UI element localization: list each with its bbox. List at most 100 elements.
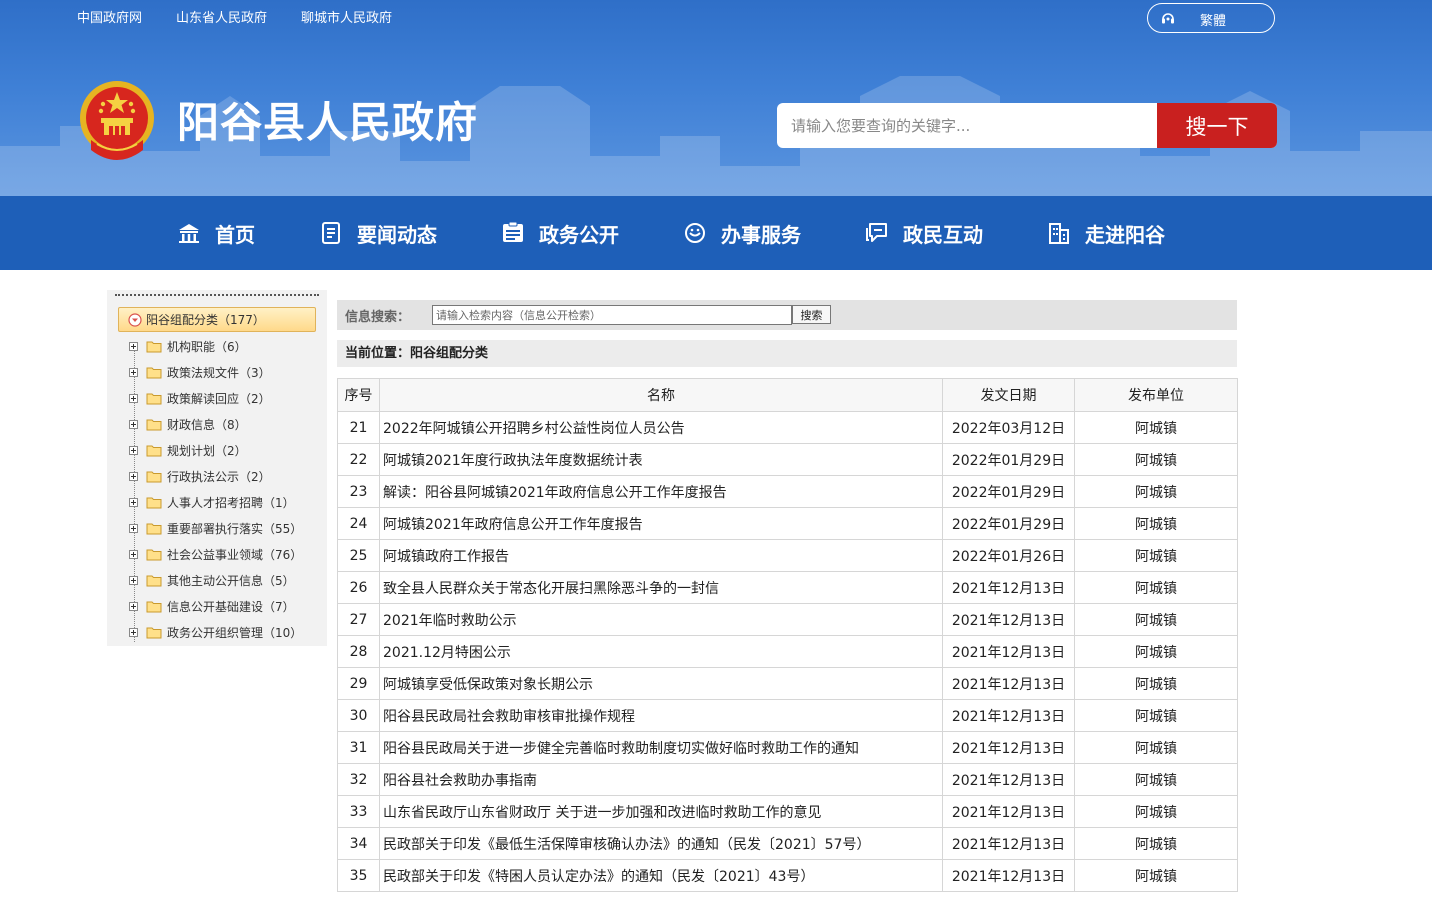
tree-item[interactable]: 政策解读回应（2） [129,387,271,409]
expand-plus-icon[interactable] [129,523,138,533]
expand-plus-icon[interactable] [129,341,138,351]
row-date: 2021年12月13日 [951,836,1066,853]
tree-item[interactable]: 财政信息（8） [129,413,247,435]
row-unit-cell: 阿城镇 [1074,859,1238,892]
expand-arrow-icon [128,312,142,327]
expand-plus-icon[interactable] [129,367,138,377]
row-date-cell: 2021年12月13日 [942,859,1075,892]
nav-item-home[interactable]: 首页 [177,196,255,270]
row-date: 2021年12月13日 [951,580,1066,597]
row-title[interactable]: 阿城镇2021年度行政执法年度数据统计表 [383,453,643,469]
row-title[interactable]: 阳谷县社会救助办事指南 [383,773,537,789]
expand-plus-icon[interactable] [129,601,138,611]
table-header-row: 序号 名称 发文日期 发布单位 [337,378,1238,412]
expand-plus-icon[interactable] [129,419,138,429]
folder-icon [146,445,162,456]
chat-icon [866,223,887,242]
nav-item-interaction[interactable]: 政民互动 [865,196,983,270]
row-unit-cell: 阿城镇 [1074,443,1238,476]
row-title-cell: 阿城镇政府工作报告 [379,539,943,572]
row-title[interactable]: 阳谷县民政局关于进一步健全完善临时救助制度切实做好临时救助工作的通知 [383,741,859,757]
row-number: 30 [349,707,368,724]
expand-plus-icon[interactable] [129,497,138,507]
city-icon [1049,223,1069,244]
row-title[interactable]: 2021年临时救助公示 [383,613,517,629]
info-search-input[interactable] [432,305,792,325]
tree-item[interactable]: 机构职能（6） [129,335,247,357]
info-search-button[interactable]: 搜索 [792,305,831,324]
expand-plus-icon[interactable] [129,575,138,585]
tree-item[interactable]: 信息公开基础建设（7） [129,595,295,617]
tree-item[interactable]: 重要部署执行落实（55） [129,517,302,539]
row-number-cell: 27 [337,603,380,636]
row-number-cell: 21 [337,411,380,444]
row-date: 2021年12月13日 [951,740,1066,757]
tree-item[interactable]: 人事人才招考招聘（1） [129,491,295,513]
row-title-cell: 2021.12月特困公示 [379,635,943,668]
row-date: 2021年12月13日 [951,708,1066,725]
table-body: 21 2022年阿城镇公开招聘乡村公益性岗位人员公告 2022年03月12日 阿城镇 2… [337,411,1238,892]
tree-item[interactable]: 规划计划（2） [129,439,247,461]
expand-plus-icon[interactable] [129,445,138,455]
nav-item-open-government[interactable]: 政务公开 [501,196,619,270]
row-title-cell: 民政部关于印发《特困人员认定办法》的通知（民发〔2021〕43号） [379,859,943,892]
row-date-cell: 2021年12月13日 [942,571,1075,604]
row-unit: 阿城镇 [1135,740,1177,757]
row-title[interactable]: 2022年阿城镇公开招聘乡村公益性岗位人员公告 [383,421,685,437]
folder-icon [146,549,162,560]
site-search-button[interactable]: 搜一下 [1157,103,1277,148]
expand-plus-icon[interactable] [129,627,138,637]
row-title[interactable]: 民政部关于印发《特困人员认定办法》的通知（民发〔2021〕43号） [383,869,814,885]
row-title[interactable]: 阿城镇享受低保政策对象长期公示 [383,677,593,693]
row-title[interactable]: 阿城镇2021年政府信息公开工作年度报告 [383,517,643,533]
row-unit: 阿城镇 [1135,868,1177,885]
row-unit-cell: 阿城镇 [1074,731,1238,764]
row-date-cell: 2021年12月13日 [942,603,1075,636]
tree-item[interactable]: 行政执法公示（2） [129,465,271,487]
tree-item-label: 人事人才招考招聘（1） [167,495,295,510]
row-date: 2022年03月12日 [951,420,1066,437]
nav-label: 办事服务 [721,222,801,247]
row-title[interactable]: 解读：阳谷县阿城镇2021年政府信息公开工作年度报告 [383,485,727,501]
row-title[interactable]: 阳谷县民政局社会救助审核审批操作规程 [383,709,635,725]
tree-item[interactable]: 政策法规文件（3） [129,361,271,383]
tree-root-category[interactable]: 阳谷组配分类（177） [118,307,316,332]
link-shandong-gov[interactable]: 山东省人民政府 [176,10,267,28]
nav-item-news[interactable]: 要闻动态 [319,196,437,270]
tree-item[interactable]: 其他主动公开信息（5） [129,569,295,591]
nav-item-about-yanggu[interactable]: 走进阳谷 [1047,196,1165,270]
nav-item-services[interactable]: 办事服务 [683,196,801,270]
expand-plus-icon[interactable] [129,393,138,403]
row-title-cell: 民政部关于印发《最低生活保障审核确认办法》的通知（民发〔2021〕57号） [379,827,943,860]
table-row: 33 山东省民政厅山东省财政厅 关于进一步加强和改进临时救助工作的意见 2021年1… [337,795,1238,828]
row-title[interactable]: 民政部关于印发《最低生活保障审核确认办法》的通知（民发〔2021〕57号） [383,837,870,853]
traditional-chinese-toggle[interactable]: 繁體 [1147,3,1275,33]
row-date: 2021年12月13日 [951,676,1066,693]
info-search-label: 信息搜索： [345,310,411,325]
site-search-input[interactable] [777,103,1157,148]
row-number: 32 [349,771,368,788]
row-number: 29 [349,675,368,692]
row-date-cell: 2021年12月13日 [942,667,1075,700]
row-unit: 阿城镇 [1135,420,1177,437]
tree-item[interactable]: 社会公益事业领域（76） [129,543,302,565]
expand-plus-icon[interactable] [129,549,138,559]
row-title[interactable]: 阿城镇政府工作报告 [383,549,509,565]
expand-plus-icon[interactable] [129,471,138,481]
link-china-gov[interactable]: 中国政府网 [77,10,142,28]
service-icon [685,223,705,243]
row-title-cell: 阿城镇2021年度行政执法年度数据统计表 [379,443,943,476]
table-row: 22 阿城镇2021年度行政执法年度数据统计表 2022年01月29日 阿城镇 [337,443,1238,476]
row-number-cell: 22 [337,443,380,476]
row-title[interactable]: 山东省民政厅山东省财政厅 关于进一步加强和改进临时救助工作的意见 [383,805,821,821]
table-row: 34 民政部关于印发《最低生活保障审核确认办法》的通知（民发〔2021〕57号） 2… [337,827,1238,860]
row-date: 2021年12月13日 [951,612,1066,629]
row-date-cell: 2022年01月29日 [942,443,1075,476]
row-unit: 阿城镇 [1135,612,1177,629]
row-date-cell: 2021年12月13日 [942,827,1075,860]
tree-item[interactable]: 政务公开组织管理（10） [129,621,302,643]
lang-toggle-label: 繁體 [1200,14,1227,29]
row-title[interactable]: 致全县人民群众关于常态化开展扫黑除恶斗争的一封信 [383,581,719,597]
row-title[interactable]: 2021.12月特困公示 [383,645,511,661]
link-liaocheng-gov[interactable]: 聊城市人民政府 [301,10,392,28]
